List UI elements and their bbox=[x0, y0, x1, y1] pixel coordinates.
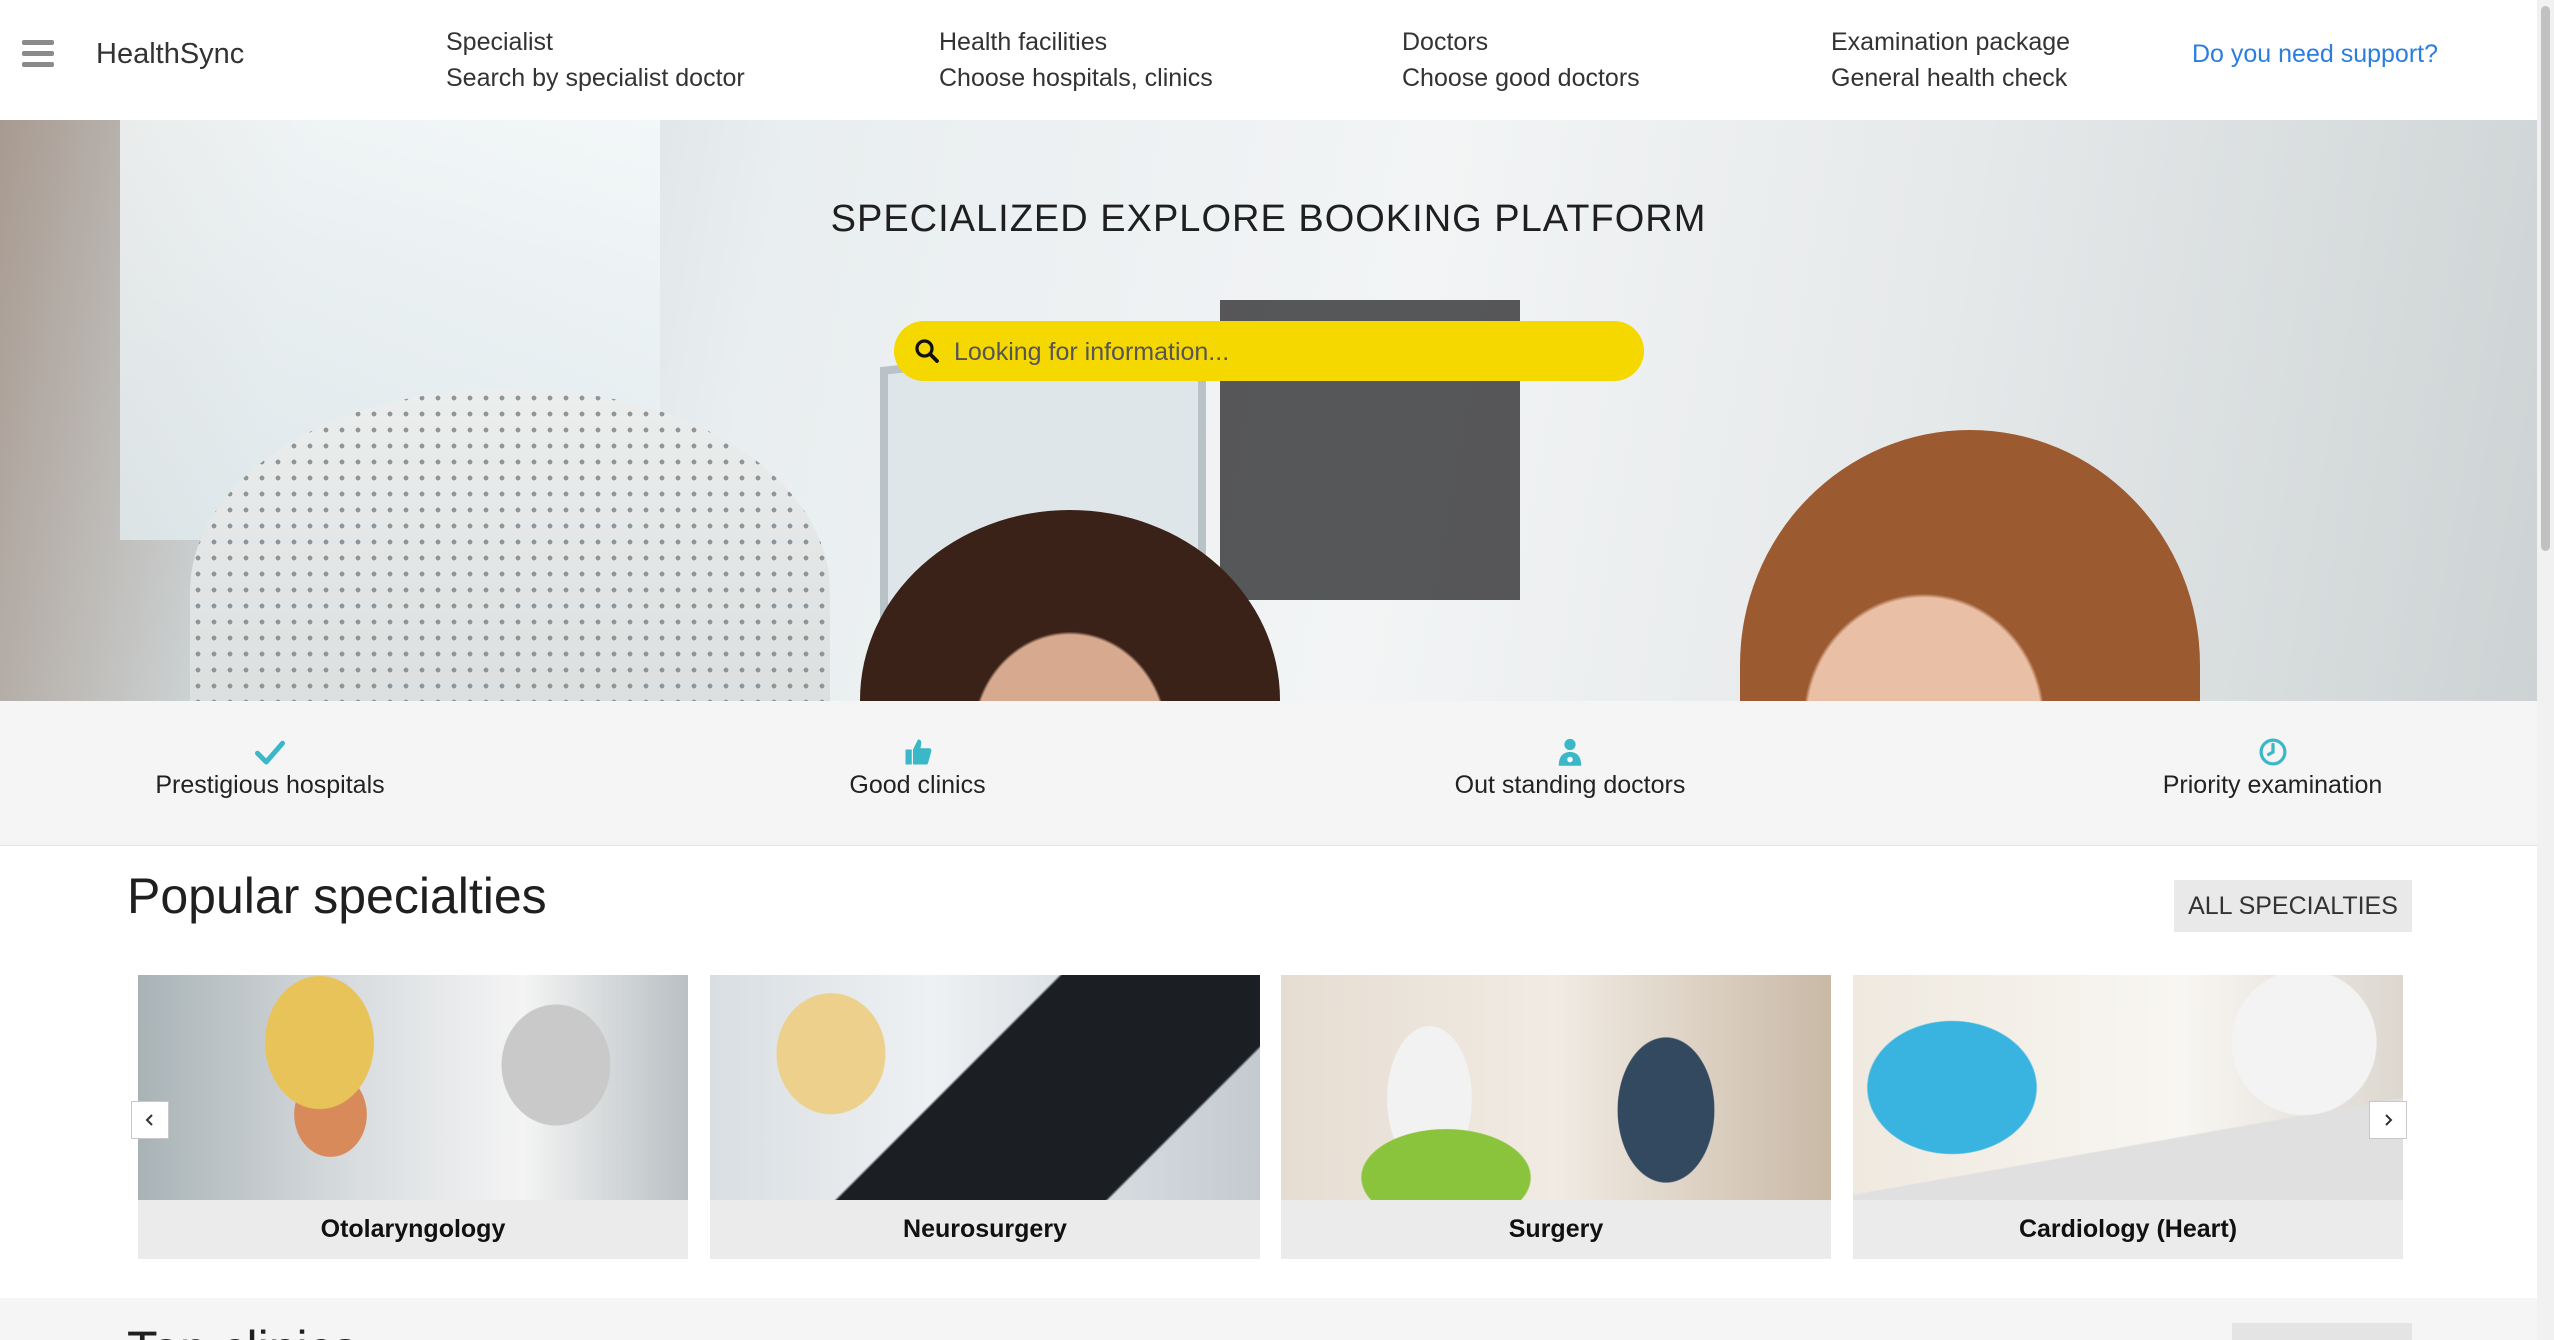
nav-item-title: Examination package bbox=[1831, 28, 2071, 56]
clock-icon bbox=[2259, 738, 2286, 766]
specialty-image bbox=[1853, 975, 2403, 1200]
specialty-image bbox=[138, 975, 688, 1200]
nav-item-subtitle: Search by specialist doctor bbox=[446, 64, 745, 92]
feature-label: Priority examination bbox=[2162, 771, 2383, 799]
feature-label: Good clinics bbox=[849, 771, 986, 799]
feature-label: Out standing doctors bbox=[1454, 771, 1686, 799]
top-header: HealthSync Specialist Search by speciali… bbox=[0, 0, 2537, 121]
specialty-card-neurosurgery[interactable]: Neurosurgery bbox=[710, 975, 1260, 1259]
top-clinics-title: Top clinics bbox=[127, 1320, 358, 1340]
thumbs-up-icon bbox=[905, 739, 931, 765]
brand-logo[interactable]: HealthSync bbox=[96, 38, 244, 71]
top-clinics-section: Top clinics bbox=[0, 1298, 2537, 1340]
nav-item-health-facilities[interactable]: Health facilities Choose hospitals, clin… bbox=[939, 24, 1213, 96]
carousel-prev-button[interactable] bbox=[131, 1101, 169, 1139]
specialty-card-surgery[interactable]: Surgery bbox=[1281, 975, 1831, 1259]
scrollbar-thumb[interactable] bbox=[2541, 6, 2550, 551]
hamburger-menu-icon[interactable] bbox=[22, 40, 54, 68]
search-box[interactable] bbox=[894, 321, 1644, 383]
top-clinics-more-button[interactable] bbox=[2232, 1323, 2412, 1340]
nav-item-subtitle: Choose hospitals, clinics bbox=[939, 64, 1213, 92]
search-icon bbox=[915, 339, 939, 363]
feature-prestigious-hospitals[interactable]: Prestigious hospitals bbox=[135, 737, 405, 800]
nav-item-specialist[interactable]: Specialist Search by specialist doctor bbox=[446, 24, 745, 96]
specialty-name: Otolaryngology bbox=[320, 1215, 506, 1243]
popular-specialties-title: Popular specialties bbox=[127, 868, 547, 924]
nav-item-subtitle: General health check bbox=[1831, 64, 2068, 92]
all-specialties-button[interactable]: ALL SPECIALTIES bbox=[2174, 880, 2412, 932]
nav-item-title: Doctors bbox=[1402, 28, 1489, 56]
nav-item-examination-package[interactable]: Examination package General health check bbox=[1831, 24, 2070, 96]
support-link[interactable]: Do you need support? bbox=[2192, 40, 2438, 69]
check-icon bbox=[255, 740, 285, 765]
doctor-icon bbox=[1558, 738, 1582, 766]
nav-item-title: Health facilities bbox=[939, 28, 1108, 56]
nav-item-doctors[interactable]: Doctors Choose good doctors bbox=[1402, 24, 1640, 96]
specialty-image bbox=[710, 975, 1260, 1200]
carousel-next-button[interactable] bbox=[2369, 1101, 2407, 1139]
hero-title: SPECIALIZED EXPLORE BOOKING PLATFORM bbox=[830, 198, 1707, 240]
nav-item-subtitle: Choose good doctors bbox=[1402, 64, 1640, 92]
hero-photo-patient bbox=[1740, 430, 2200, 701]
features-bar: Prestigious hospitals Good clinics Out s… bbox=[0, 701, 2537, 846]
feature-label: Prestigious hospitals bbox=[155, 771, 385, 799]
specialty-name: Neurosurgery bbox=[903, 1215, 1067, 1243]
specialty-name: Cardiology (Heart) bbox=[2018, 1215, 2238, 1243]
chevron-left-icon bbox=[145, 1114, 153, 1126]
feature-priority-examination[interactable]: Priority examination bbox=[2140, 737, 2405, 800]
specialty-name: Surgery bbox=[1508, 1215, 1604, 1243]
specialty-image bbox=[1281, 975, 1831, 1200]
page-scrollbar[interactable] bbox=[2537, 0, 2554, 1340]
nav-item-title: Specialist bbox=[446, 28, 553, 56]
specialty-card-otolaryngology[interactable]: Otolaryngology bbox=[138, 975, 688, 1259]
hero-banner: SPECIALIZED EXPLORE BOOKING PLATFORM bbox=[0, 120, 2537, 701]
feature-good-clinics[interactable]: Good clinics bbox=[800, 737, 1035, 800]
feature-outstanding-doctors[interactable]: Out standing doctors bbox=[1430, 737, 1710, 800]
specialty-card-cardiology[interactable]: Cardiology (Heart) bbox=[1853, 975, 2403, 1259]
search-input[interactable] bbox=[952, 321, 1616, 383]
chevron-right-icon bbox=[2385, 1114, 2393, 1126]
